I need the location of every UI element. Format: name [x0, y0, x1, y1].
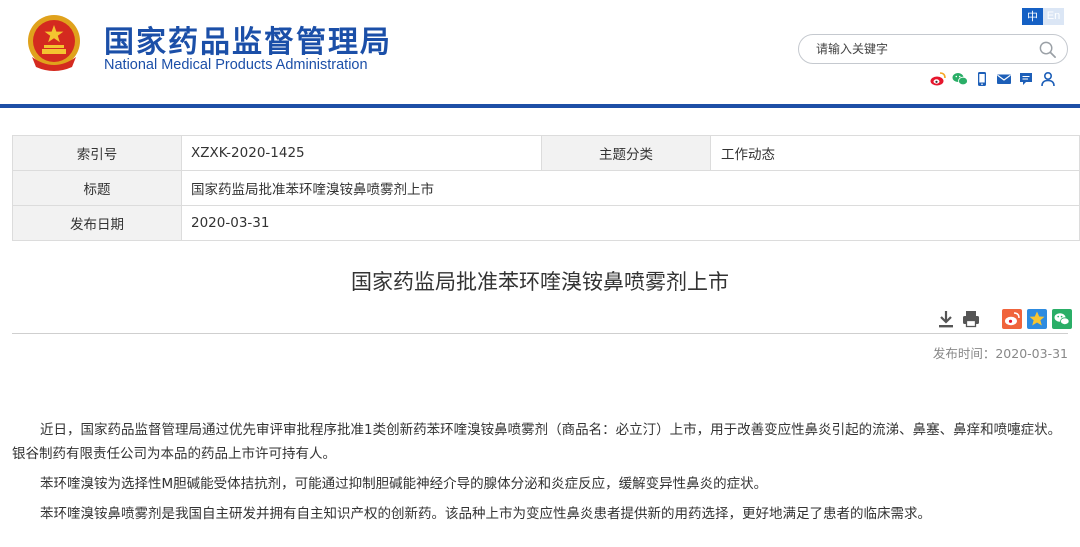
- message-icon[interactable]: [1018, 71, 1034, 87]
- weibo-icon[interactable]: [930, 71, 946, 87]
- date-label: 发布日期: [12, 205, 182, 241]
- table-row: 标题 国家药监局批准苯环喹溴铵鼻喷雾剂上市: [12, 170, 1080, 206]
- download-icon[interactable]: [936, 309, 956, 329]
- title-divider: [12, 333, 1068, 334]
- index-value: XZXK-2020-1425: [181, 135, 542, 171]
- article-tools: [936, 309, 1077, 329]
- mail-icon[interactable]: [996, 71, 1012, 87]
- site-header: 国家药品监督管理局 National Medical Products Admi…: [0, 0, 1080, 106]
- title-value: 国家药监局批准苯环喹溴铵鼻喷雾剂上市: [181, 170, 1080, 206]
- publish-time: 发布时间：2020-03-31: [932, 346, 1068, 361]
- mobile-icon[interactable]: [974, 71, 990, 87]
- table-row: 索引号 XZXK-2020-1425 主题分类 工作动态: [12, 135, 1080, 171]
- search-icon[interactable]: [1038, 40, 1057, 59]
- topic-label: 主题分类: [541, 135, 711, 171]
- search-input[interactable]: [816, 40, 1026, 58]
- topic-value: 工作动态: [710, 135, 1080, 171]
- print-icon[interactable]: [961, 309, 981, 329]
- document-info-table: 索引号 XZXK-2020-1425 主题分类 工作动态 标题 国家药监局批准苯…: [12, 135, 1080, 241]
- article-title: 国家药监局批准苯环喹溴铵鼻喷雾剂上市: [351, 270, 729, 294]
- header-share-icons: [930, 71, 1056, 87]
- national-emblem-icon[interactable]: [24, 13, 84, 73]
- favorite-star-icon[interactable]: [1027, 309, 1047, 329]
- wechat-share-icon[interactable]: [1052, 309, 1072, 329]
- lang-zh-button[interactable]: 中: [1022, 8, 1043, 25]
- article-paragraph: 苯环喹溴铵鼻喷雾剂是我国自主研发并拥有自主知识产权的创新药。该品种上市为变应性鼻…: [40, 506, 931, 522]
- article-paragraph: 近日，国家药品监督管理局通过优先审评审批程序批准1类创新药苯环喹溴铵鼻喷雾剂（商…: [12, 422, 1062, 462]
- index-label: 索引号: [12, 135, 182, 171]
- header-divider: [0, 104, 1080, 108]
- language-switcher: 中 En: [1022, 8, 1064, 25]
- article-body: 近日，国家药品监督管理局通过优先审评审批程序批准1类创新药苯环喹溴铵鼻喷雾剂（商…: [12, 418, 1070, 532]
- title-label: 标题: [12, 170, 182, 206]
- lang-en-button[interactable]: En: [1043, 8, 1064, 25]
- article-paragraph: 苯环喹溴铵为选择性M胆碱能受体拮抗剂，可能通过抑制胆碱能神经介导的腺体分泌和炎症…: [40, 476, 768, 492]
- user-icon[interactable]: [1040, 71, 1056, 87]
- table-row: 发布日期 2020-03-31: [12, 205, 1080, 241]
- weibo-share-icon[interactable]: [1002, 309, 1022, 329]
- wechat-icon[interactable]: [952, 71, 968, 87]
- date-value: 2020-03-31: [181, 205, 1080, 241]
- search-box: [798, 34, 1068, 64]
- site-name-en[interactable]: National Medical Products Administration: [104, 57, 368, 73]
- site-name-cn[interactable]: 国家药品监督管理局: [104, 17, 392, 61]
